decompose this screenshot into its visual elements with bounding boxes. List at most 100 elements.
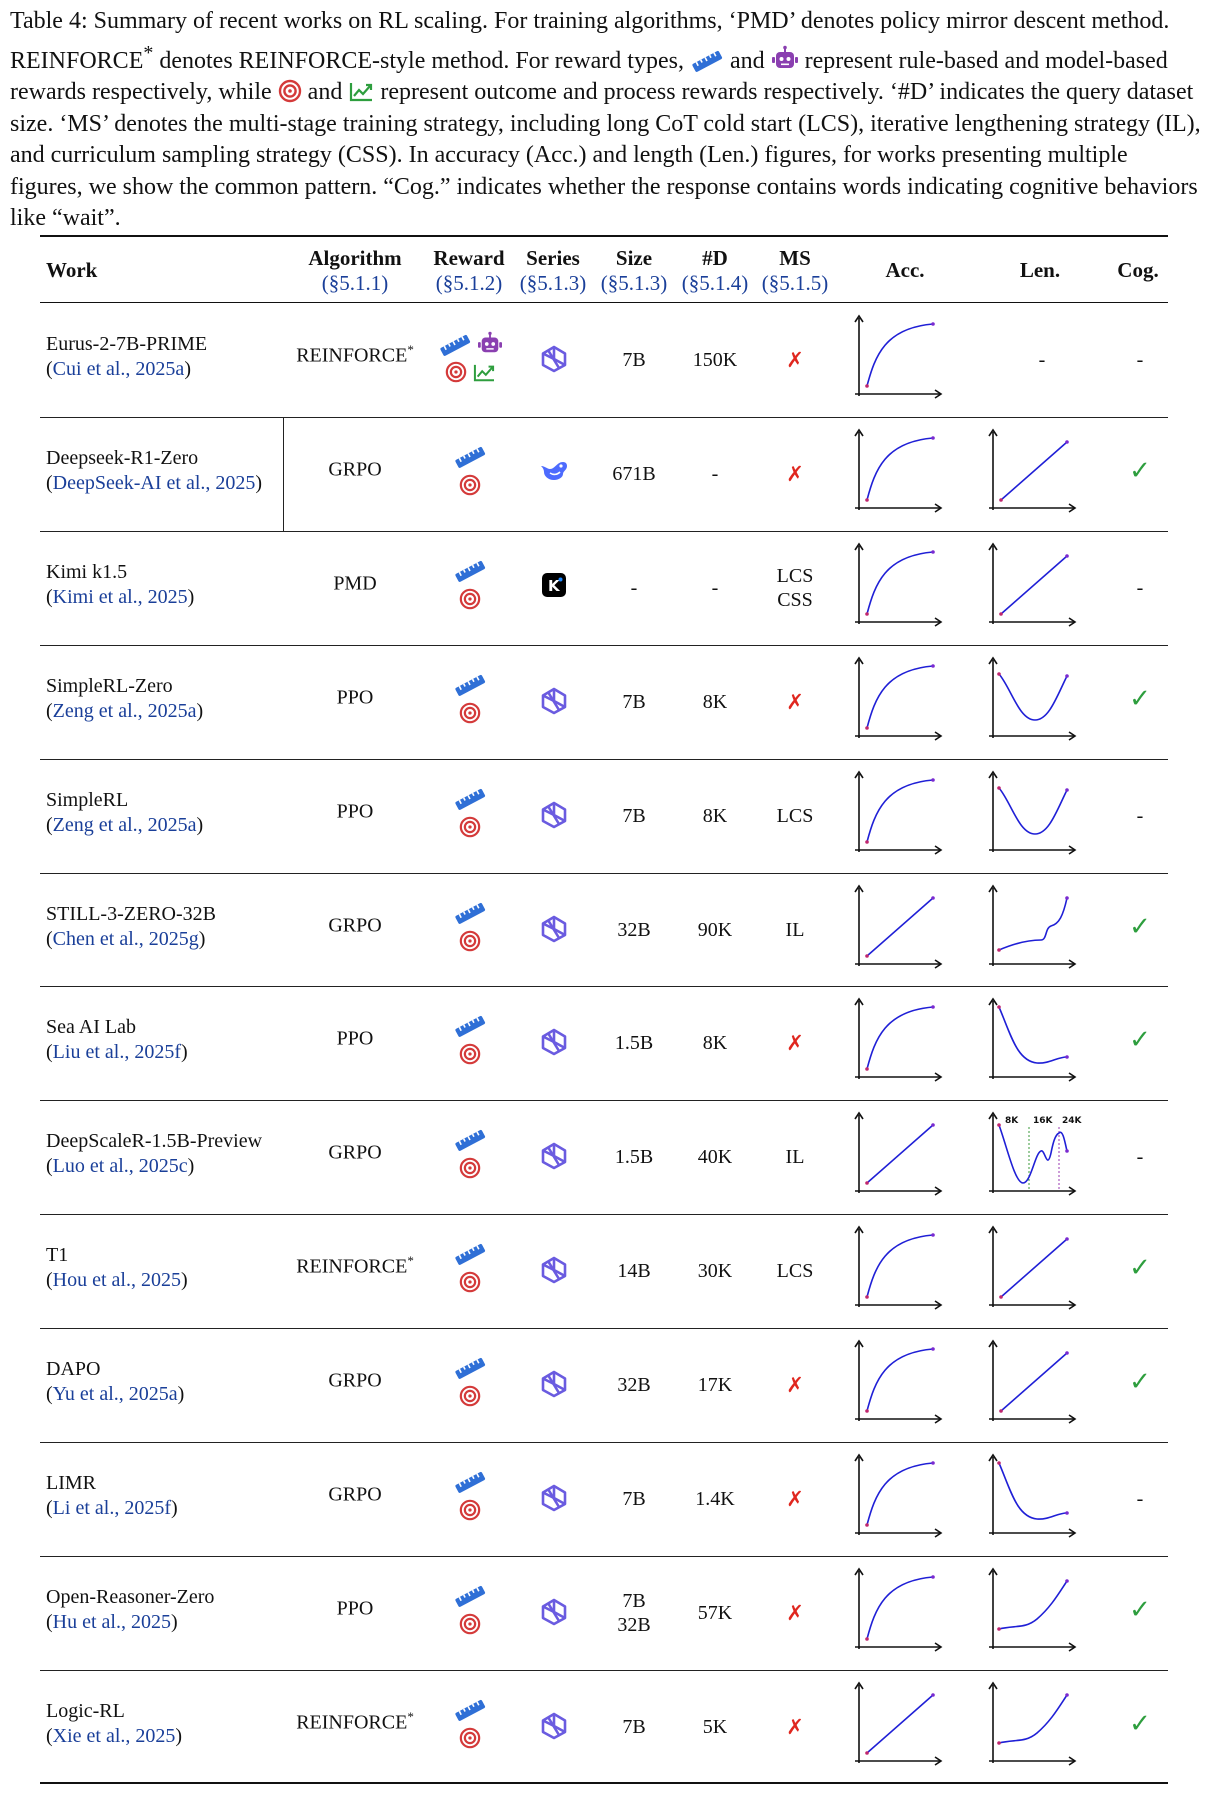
ruler-icon [455,446,486,468]
work-citation: (Li et al., 2025f) [46,1497,178,1519]
caption-text-5: and [301,79,349,105]
work-cell: Logic-RL (Xie et al., 2025) [46,1699,182,1749]
ruler-icon [455,560,486,582]
size-cell: 1.5B [614,1032,654,1055]
curve-line [866,1234,934,1298]
len-plot [984,1225,1080,1317]
len-curve [988,770,1077,855]
series-cell [514,1597,594,1633]
algorithm-cell: REINFORCE* [296,1708,414,1734]
algorithm-cell: REINFORCE* [296,341,414,367]
size-cell: 32B [617,918,651,941]
acc-plot [850,997,946,1089]
curve-point [931,1233,935,1237]
algorithm-cell: GRPO [328,458,382,481]
curve-point [1065,895,1069,900]
target-icon [278,79,301,103]
algorithm-cell: GRPO [328,1369,382,1392]
series-cell [514,458,594,488]
acc-curve [854,1111,943,1196]
work-citation: (Zeng et al., 2025a) [46,699,204,722]
acc-curve [854,884,943,969]
dataset-cell: 17K [697,1374,733,1397]
work-name: DAPO [46,1358,101,1381]
len-plot [984,884,1080,976]
work-name: STILL-3-ZERO-32B [46,902,216,925]
cog-cell: ✓ [1129,455,1151,485]
ms-cell: IL [785,1146,805,1169]
work-citation: (DeepSeek-AI et al., 2025) [46,471,263,494]
target-icon [459,1727,481,1749]
size-cell: 1.5B [614,1146,654,1169]
dataset-cell: 8K [702,804,728,827]
curve-point [997,671,1001,676]
dataset-cell: - [711,462,719,485]
curve-point [865,839,869,844]
work-citation: (Yu et al., 2025a) [46,1383,185,1406]
curve-point [865,1750,869,1755]
ruler-icon [455,1699,486,1721]
dataset-cell: 57K [697,1601,733,1624]
curve-point [1065,1579,1069,1583]
acc-plot [850,656,946,748]
len-plot [984,1453,1080,1545]
work-cell: Open-Reasoner-Zero (Hu et al., 2025) [46,1585,214,1635]
curve-point [1065,1511,1069,1515]
curve-point [931,549,935,554]
caption-text-2: denotes REINFORCE-style method. For rewa… [153,47,684,74]
reward-cell [430,560,510,616]
robot-icon [771,45,798,68]
algorithm-cell: PPO [336,1597,374,1620]
size-cell: 32B [617,1374,651,1397]
curve-line [866,1462,934,1526]
work-cell: SimpleRL (Zeng et al., 2025a) [46,788,203,838]
curve-point [865,1637,869,1641]
cog-cell: - [1136,1146,1144,1169]
table-top-rule [40,235,1168,237]
column-divider [283,416,284,531]
acc-plot [850,1681,946,1773]
size-cell: - [630,576,638,599]
curve-line [998,1125,1068,1185]
len-curve [988,1225,1077,1310]
caption-text-3: and [723,47,771,74]
work-name: LIMR [46,1472,96,1494]
curve-point [865,725,869,730]
dataset-cell: 1.4K [695,1488,735,1510]
qwen-icon [541,1712,567,1740]
target-icon [459,1158,481,1179]
reward-cell [430,1585,510,1641]
cog-cell: ✓ [1129,1708,1151,1738]
curve-point [865,1409,869,1413]
size-cell: 7B [622,348,646,371]
curve-line [998,1007,1068,1065]
curve-point [999,1409,1003,1413]
dataset-cell: 8K [702,1032,728,1055]
curve-line [998,673,1068,721]
acc-plot [850,884,946,976]
curve-point [865,1181,869,1186]
target-icon [459,702,481,723]
curve-point [865,953,869,958]
curve-point [997,1005,1001,1010]
work-name: SimpleRL-Zero [46,674,173,697]
ruler-icon [455,674,486,696]
curve-line [998,787,1068,835]
ms-cell: LCS CSS [776,564,814,611]
algorithm-cell: PMD [333,572,377,595]
len-plot [984,1339,1080,1431]
acc-curve [854,1681,943,1766]
ruler-icon [455,788,486,810]
work-citation: (Cui et al., 2025a) [46,357,191,380]
acc-plot [850,314,946,406]
qwen-icon [541,1484,567,1512]
reward-cell [430,1471,510,1527]
len-curve [988,656,1077,741]
ms-cell: ✗ [786,1714,804,1739]
qwen-icon [541,801,567,828]
curve-point [999,611,1003,616]
curve-point [865,384,869,388]
curve-line [998,897,1068,951]
work-name: Sea AI Lab [46,1016,136,1039]
work-citation: (Luo et al., 2025c) [46,1155,195,1178]
